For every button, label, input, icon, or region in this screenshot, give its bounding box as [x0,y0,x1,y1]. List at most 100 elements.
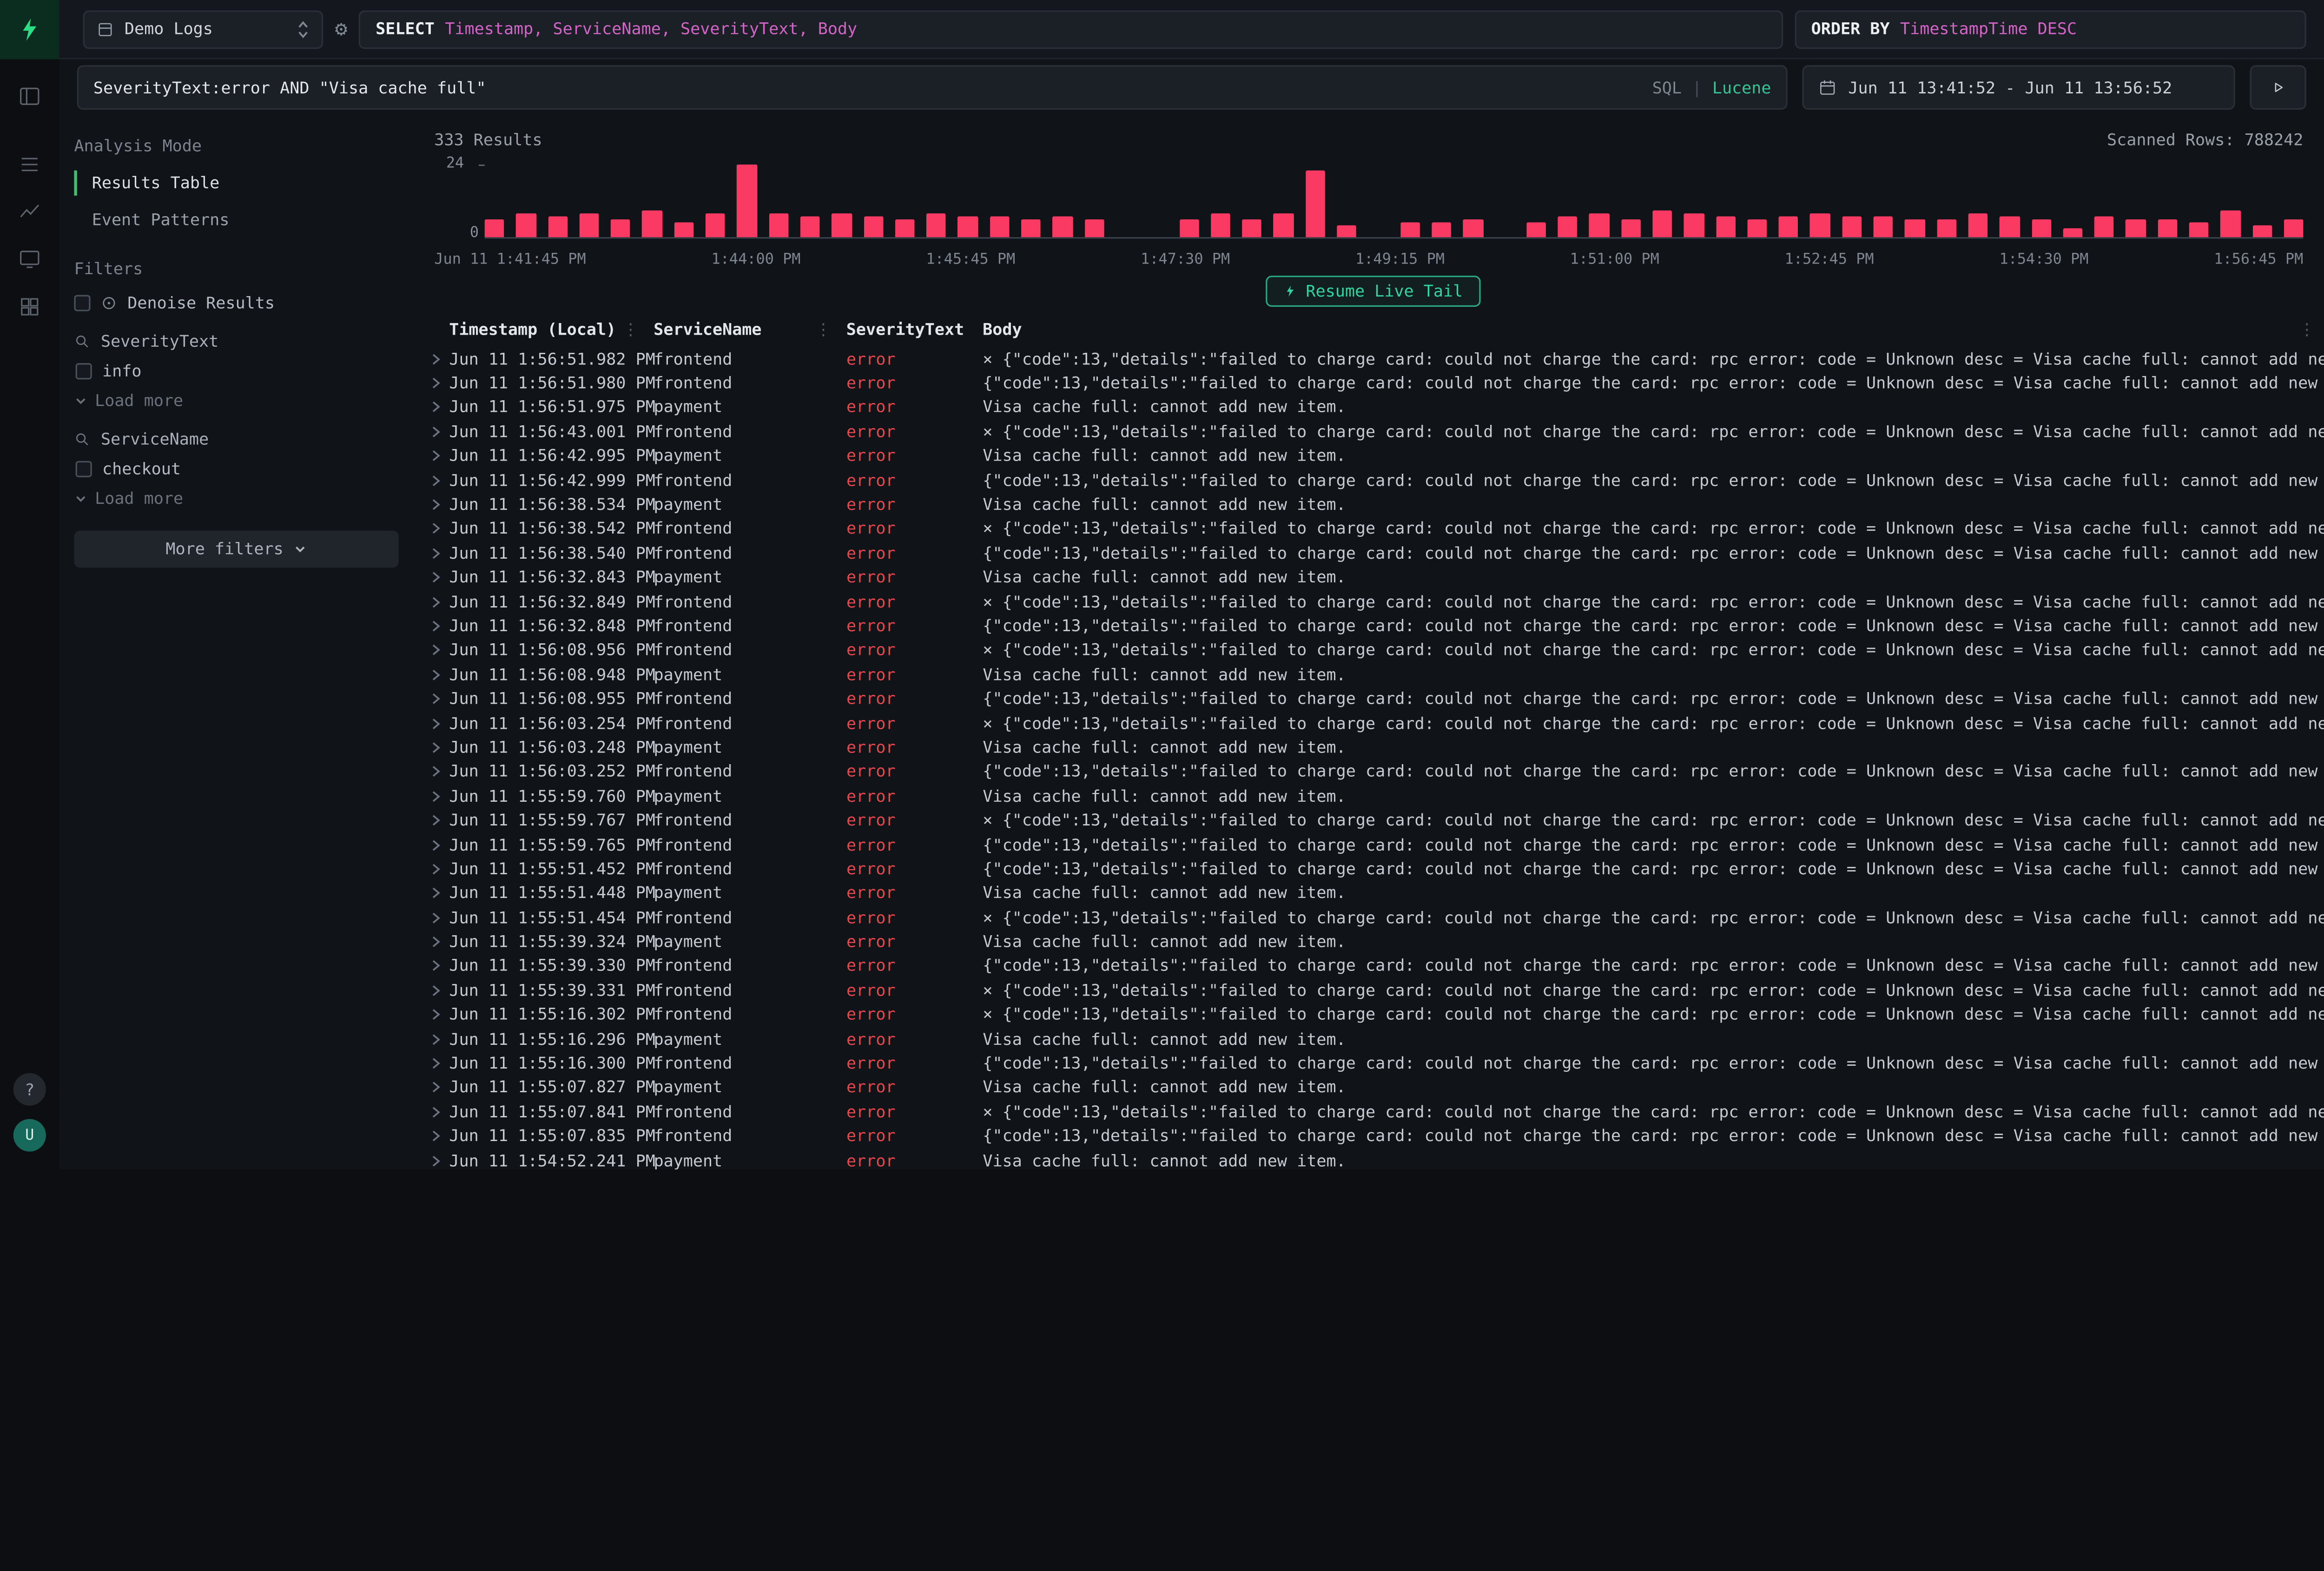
histogram-bar[interactable] [832,213,852,237]
settings-gear-icon[interactable]: ⚙ [335,19,348,40]
load-more-severitytext[interactable]: Load more [74,391,398,410]
column-resize-handle[interactable]: ⋮ [815,320,832,339]
search-query-input[interactable]: SeverityText:error AND "Visa cache full"… [77,65,1788,110]
expand-chevron-icon[interactable] [423,935,449,949]
histogram-bar[interactable] [1684,213,1703,237]
histogram-bar[interactable] [864,216,883,238]
log-row[interactable]: Jun 11 1:56:51.975 PM payment error Visa… [423,396,2324,420]
expand-chevron-icon[interactable] [423,1081,449,1095]
log-row[interactable]: Jun 11 1:56:42.999 PM frontend error {"c… [423,469,2324,493]
histogram-bar[interactable] [2000,216,2019,238]
log-row[interactable]: Jun 11 1:55:16.296 PM payment error Visa… [423,1027,2324,1051]
checkout-checkbox[interactable] [76,461,92,477]
histogram-bar[interactable] [2063,228,2082,238]
expand-chevron-icon[interactable] [423,814,449,827]
histogram-bar[interactable] [2284,219,2304,237]
histogram-bar[interactable] [1810,213,1830,237]
more-filters-button[interactable]: More filters [74,531,398,568]
lang-lucene-option[interactable]: Lucene [1712,78,1771,97]
filter-group-header[interactable]: SeverityText [74,332,398,351]
chart-icon[interactable] [9,194,50,230]
histogram-bar[interactable] [1463,219,1483,237]
expand-chevron-icon[interactable] [423,571,449,584]
log-row[interactable]: Jun 11 1:55:07.827 PM payment error Visa… [423,1076,2324,1100]
query-language-toggle[interactable]: SQL | Lucene [1652,78,1771,97]
filter-option-info[interactable]: info [76,362,399,381]
histogram-bar[interactable] [958,216,977,238]
log-row[interactable]: Jun 11 1:55:51.448 PM payment error Visa… [423,881,2324,905]
apps-grid-icon[interactable] [9,289,50,325]
table-options-handle[interactable]: ⋮ [2299,320,2315,339]
select-columns-input[interactable]: SELECT Timestamp, ServiceName, SeverityT… [359,10,1783,48]
histogram-bar[interactable] [611,219,630,237]
histogram-bar[interactable] [1432,222,1451,238]
expand-chevron-icon[interactable] [423,595,449,609]
histogram-bar[interactable] [1716,216,1735,238]
resume-live-tail-button[interactable]: Resume Live Tail [1266,275,1480,306]
log-row[interactable]: Jun 11 1:55:51.452 PM frontend error {"c… [423,857,2324,881]
histogram-bar[interactable] [895,219,915,237]
denoise-checkbox[interactable] [74,295,90,311]
histogram-bar[interactable] [1053,216,1072,238]
expand-chevron-icon[interactable] [423,620,449,633]
expand-chevron-icon[interactable] [423,863,449,876]
log-row[interactable]: Jun 11 1:54:52.241 PM payment error Visa… [423,1149,2324,1169]
expand-chevron-icon[interactable] [423,717,449,730]
log-row[interactable]: Jun 11 1:56:03.248 PM payment error Visa… [423,735,2324,759]
log-row[interactable]: Jun 11 1:55:16.300 PM frontend error {"c… [423,1051,2324,1076]
histogram-bar[interactable] [1337,225,1356,237]
expand-chevron-icon[interactable] [423,352,449,366]
histogram-bar[interactable] [2252,225,2272,237]
app-logo[interactable] [0,0,59,59]
log-row[interactable]: Jun 11 1:55:07.841 PM frontend error × {… [423,1100,2324,1124]
log-row[interactable]: Jun 11 1:56:03.254 PM frontend error × {… [423,711,2324,735]
log-row[interactable]: Jun 11 1:56:32.849 PM frontend error × {… [423,590,2324,614]
log-row[interactable]: Jun 11 1:55:51.454 PM frontend error × {… [423,905,2324,930]
panel-layout-icon[interactable] [9,79,50,114]
histogram-bar[interactable] [737,165,757,237]
expand-chevron-icon[interactable] [423,449,449,463]
histogram-bar[interactable] [769,213,788,237]
histogram-bar[interactable] [1874,216,1893,238]
histogram-bar[interactable] [1558,216,1578,238]
monitor-icon[interactable] [9,242,50,277]
histogram-bar[interactable] [1937,219,1956,237]
histogram-bar[interactable] [1968,213,1988,237]
histogram-bar[interactable] [1905,219,1925,237]
histogram-bar[interactable] [1621,219,1641,237]
log-row[interactable]: Jun 11 1:56:32.848 PM frontend error {"c… [423,614,2324,638]
log-row[interactable]: Jun 11 1:55:39.331 PM frontend error × {… [423,978,2324,1003]
histogram-bar[interactable] [1021,219,1041,237]
histogram-bar[interactable] [1590,213,1609,237]
column-header-timestamp[interactable]: Timestamp (Local) ⋮ [449,320,654,339]
histogram-bar[interactable] [1242,219,1262,237]
log-row[interactable]: Jun 11 1:56:51.982 PM frontend error × {… [423,347,2324,371]
histogram-bar[interactable] [642,210,662,238]
log-rows-scroll-area[interactable]: Jun 11 1:56:51.982 PM frontend error × {… [423,347,2324,1169]
expand-chevron-icon[interactable] [423,765,449,779]
histogram-bar[interactable] [990,216,1009,238]
time-range-picker[interactable]: Jun 11 13:41:52 - Jun 11 13:56:52 [1802,65,2235,110]
expand-chevron-icon[interactable] [423,741,449,754]
column-header-severitytext[interactable]: SeverityText [846,320,983,339]
histogram-bar[interactable] [2221,210,2240,238]
expand-chevron-icon[interactable] [423,376,449,390]
expand-chevron-icon[interactable] [423,1129,449,1143]
denoise-results-filter[interactable]: Denoise Results [74,293,398,312]
histogram-bar[interactable] [485,219,504,237]
histogram-bar[interactable] [800,216,820,238]
expand-chevron-icon[interactable] [423,498,449,512]
log-row[interactable]: Jun 11 1:56:38.542 PM frontend error × {… [423,517,2324,541]
load-more-servicename[interactable]: Load more [74,489,398,508]
histogram-bar[interactable] [1305,171,1325,237]
source-select[interactable]: Demo Logs [83,10,324,48]
histogram-bar[interactable] [579,213,599,237]
lang-sql-option[interactable]: SQL [1652,78,1682,97]
log-row[interactable]: Jun 11 1:55:59.760 PM payment error Visa… [423,784,2324,808]
expand-chevron-icon[interactable] [423,1057,449,1070]
expand-chevron-icon[interactable] [423,401,449,414]
help-button[interactable]: ? [13,1073,46,1106]
column-header-servicename[interactable]: ServiceName ⋮ [654,320,846,339]
expand-chevron-icon[interactable] [423,790,449,803]
log-row[interactable]: Jun 11 1:56:43.001 PM frontend error × {… [423,420,2324,444]
